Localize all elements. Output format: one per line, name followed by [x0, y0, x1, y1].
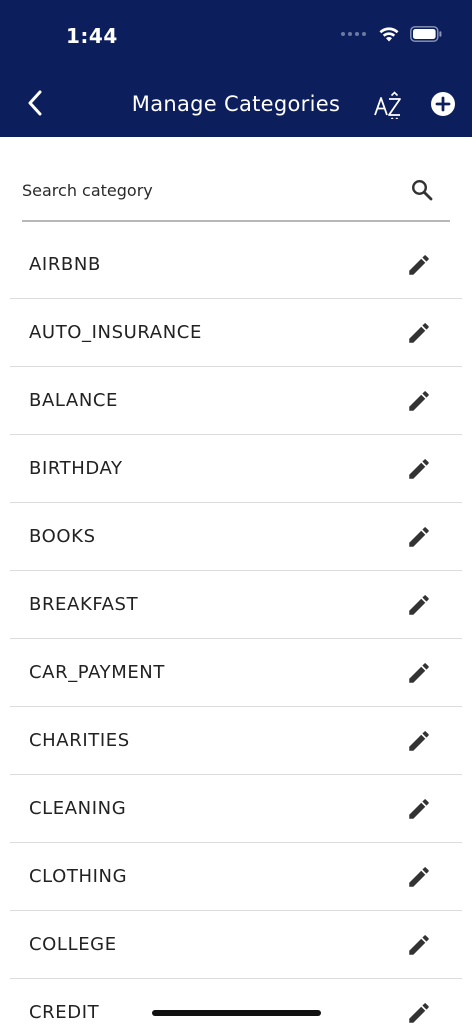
category-label: CLEANING	[29, 798, 127, 819]
category-label: BOOKS	[29, 526, 96, 547]
category-label: BREAKFAST	[29, 594, 139, 615]
battery-icon	[410, 26, 442, 42]
category-label: BIRTHDAY	[29, 458, 123, 479]
edit-clothing-icon[interactable]	[406, 864, 432, 890]
category-row[interactable]: BREAKFAST	[10, 571, 462, 639]
sort-az-icon	[374, 91, 401, 119]
category-row[interactable]: AIRBNB	[10, 231, 462, 299]
category-row[interactable]: BALANCE	[10, 367, 462, 435]
category-row[interactable]: BIRTHDAY	[10, 435, 462, 503]
search-icon[interactable]	[410, 178, 434, 202]
category-label: CAR_PAYMENT	[29, 662, 165, 683]
edit-car-payment-icon[interactable]	[406, 660, 432, 686]
edit-cleaning-icon[interactable]	[406, 796, 432, 822]
nav-bar: Manage Categories	[0, 80, 472, 130]
category-row[interactable]: CREDIT	[10, 979, 462, 1024]
status-icons	[341, 25, 442, 43]
status-time: 1:44	[66, 24, 118, 48]
signal-icon	[341, 32, 366, 36]
edit-breakfast-icon[interactable]	[406, 592, 432, 618]
category-row[interactable]: CHARITIES	[10, 707, 462, 775]
category-row[interactable]: AUTO_INSURANCE	[10, 299, 462, 367]
category-label: AIRBNB	[29, 254, 101, 275]
home-indicator	[152, 1010, 321, 1016]
category-label: CLOTHING	[29, 866, 128, 887]
wifi-icon	[379, 27, 399, 42]
app-header: 1:44 Manage Categories	[0, 0, 472, 137]
category-label: COLLEGE	[29, 934, 117, 955]
edit-auto-insurance-icon[interactable]	[406, 320, 432, 346]
plus-circle-icon	[431, 92, 455, 116]
category-row[interactable]: CAR_PAYMENT	[10, 639, 462, 707]
category-row[interactable]: COLLEGE	[10, 911, 462, 979]
search-input[interactable]	[22, 174, 392, 206]
category-row[interactable]: CLOTHING	[10, 843, 462, 911]
category-label: AUTO_INSURANCE	[29, 322, 202, 343]
category-list: AIRBNB AUTO_INSURANCE BALANCE BIRTHDAY B…	[10, 231, 462, 1024]
category-label: CREDIT	[29, 1002, 100, 1023]
manage-categories-screen: 1:44 Manage Categories Search category A…	[0, 0, 472, 1024]
edit-balance-icon[interactable]	[406, 388, 432, 414]
edit-credit-icon[interactable]	[406, 1000, 432, 1024]
edit-birthday-icon[interactable]	[406, 456, 432, 482]
edit-college-icon[interactable]	[406, 932, 432, 958]
add-category-button[interactable]	[428, 89, 458, 119]
edit-charities-icon[interactable]	[406, 728, 432, 754]
sort-az-button[interactable]	[370, 88, 406, 122]
category-label: BALANCE	[29, 390, 119, 411]
edit-airbnb-icon[interactable]	[406, 252, 432, 278]
search-bar	[22, 168, 450, 222]
category-row[interactable]: BOOKS	[10, 503, 462, 571]
edit-books-icon[interactable]	[406, 524, 432, 550]
category-label: CHARITIES	[29, 730, 130, 751]
category-row[interactable]: CLEANING	[10, 775, 462, 843]
